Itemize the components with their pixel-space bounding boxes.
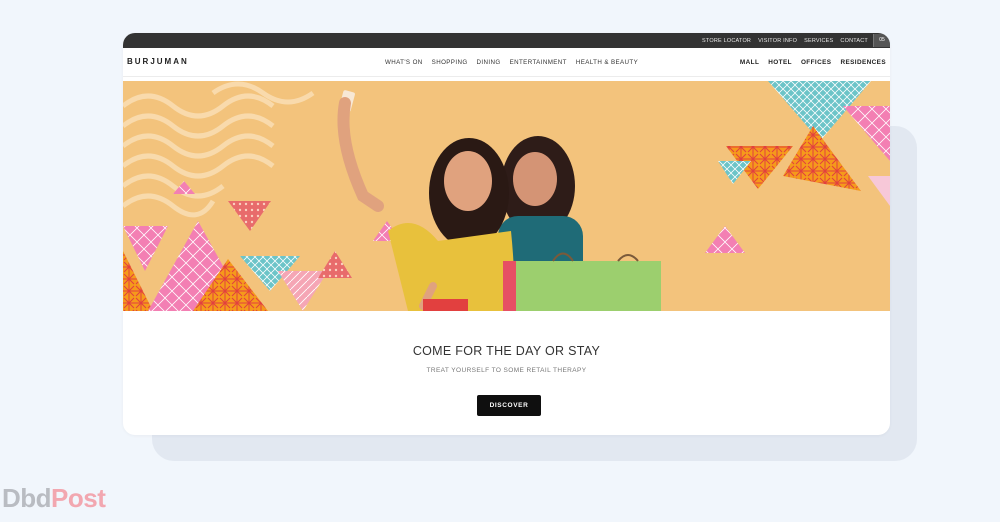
browser-window: STORE LOCATOR VISITOR INFO SERVICES CONT… [123,33,890,435]
utility-link-services[interactable]: SERVICES [804,38,833,44]
nav-item-residences[interactable]: RESIDENCES [840,59,886,66]
wave-pattern [123,81,315,218]
utility-extra-button[interactable]: 05 [873,34,890,47]
nav-item-offices[interactable]: OFFICES [801,59,832,66]
watermark-part-2: Post [51,483,106,513]
nav-item-health-beauty[interactable]: HEALTH & BEAUTY [576,59,638,66]
discover-button[interactable]: DISCOVER [477,395,541,416]
watermark-part-1: Dbd [2,483,52,513]
main-navbar: BURJUMAN WHAT'S ON SHOPPING DINING ENTER… [123,48,890,77]
utility-bar: STORE LOCATOR VISITOR INFO SERVICES CONT… [123,33,890,48]
nav-item-whats-on[interactable]: WHAT'S ON [385,59,423,66]
nav-item-hotel[interactable]: HOTEL [768,59,792,66]
watermark-logo: DbdPost [2,483,106,514]
utility-link-visitor-info[interactable]: VISITOR INFO [758,38,797,44]
utility-link-contact[interactable]: CONTACT [840,38,868,44]
hero-banner[interactable] [123,81,890,311]
utility-link-store-locator[interactable]: STORE LOCATOR [702,38,751,44]
utility-links: STORE LOCATOR VISITOR INFO SERVICES CONT… [702,33,868,48]
nav-item-shopping[interactable]: SHOPPING [432,59,468,66]
people-illustration [337,90,661,311]
nav-item-mall[interactable]: MALL [740,59,759,66]
site-logo[interactable]: BURJUMAN [127,57,189,66]
page-subtitle: TREAT YOURSELF TO SOME RETAIL THERAPY [426,367,587,374]
hero-illustration [123,81,890,311]
side-nav: MALL HOTEL OFFICES RESIDENCES [740,48,886,76]
nav-item-dining[interactable]: DINING [477,59,501,66]
main-nav: WHAT'S ON SHOPPING DINING ENTERTAINMENT … [385,48,638,76]
nav-item-entertainment[interactable]: ENTERTAINMENT [510,59,567,66]
cta-section: COME FOR THE DAY OR STAY TREAT YOURSELF … [123,311,890,435]
page-title: COME FOR THE DAY OR STAY [412,344,601,358]
